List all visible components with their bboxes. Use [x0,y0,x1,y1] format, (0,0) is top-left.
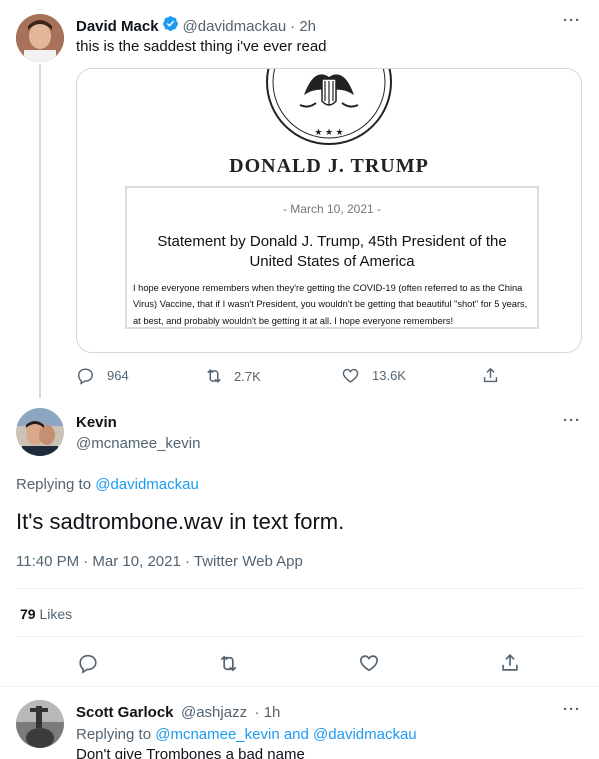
retweet-icon [220,655,237,672]
heart-icon [342,368,359,383]
tweet-image[interactable]: ★ ★ ★ DONALD J. TRUMP - March 10, 2021 -… [76,68,582,353]
tweet-time[interactable]: · 2h [290,18,316,35]
replying-to: Replying to @mcnamee_kevin and @davidmac… [76,726,417,743]
statement-title: Statement by Donald J. Trump, 45th Presi… [157,233,507,270]
reply-icon [78,368,93,385]
retweet-button[interactable]: 2.7K [204,366,261,386]
statement-box: - March 10, 2021 - Statement by Donald J… [125,186,539,329]
tweet-text: It's sadtrombone.wav in text form. [16,509,345,534]
retweet-icon [207,369,221,383]
avatar-david-mack[interactable] [16,14,64,62]
reply-icon [79,654,97,674]
replying-to-link[interactable]: @davidmackau [95,476,199,493]
retweet-button[interactable] [217,652,240,675]
author-handle[interactable]: @ashjazz [181,704,247,721]
statement-body: I hope everyone remembers when they're g… [133,283,528,326]
more-options-icon[interactable]: ··· [563,701,581,718]
share-icon [502,654,518,671]
author-name[interactable]: David Mack [76,18,159,35]
more-options-icon[interactable]: ··· [563,12,581,29]
reply-button[interactable] [77,652,99,674]
retweet-count: 2.7K [234,368,261,384]
replying-to-label: Replying to [76,726,152,743]
replying-to-label: Replying to [16,476,92,493]
author-handle[interactable]: @mcnamee_kevin [76,435,200,452]
author-name[interactable]: Kevin [76,414,117,431]
seal-stars: ★ ★ ★ [314,127,344,137]
avatar-scott-garlock[interactable] [16,700,64,748]
author-name[interactable]: Scott Garlock [76,704,174,721]
heart-icon [360,655,378,672]
share-button[interactable] [481,366,500,385]
reply-button[interactable]: 964 [76,366,129,385]
divider [0,686,599,687]
verified-badge-icon [162,15,179,37]
divider [16,588,583,589]
replying-to-link[interactable]: @mcnamee_kevin and @davidmackau [155,726,416,743]
thread-line [39,64,41,398]
share-icon [483,367,498,383]
reply-count: 964 [107,368,129,383]
share-button[interactable] [499,652,521,674]
tweet-meta[interactable]: 11:40 PM · Mar 10, 2021 · Twitter Web Ap… [16,553,303,570]
tweet-text: Don't give Trombones a bad name [76,746,305,759]
author-handle[interactable]: @davidmackau [183,18,287,35]
more-options-icon[interactable]: ··· [563,412,581,429]
likes-summary[interactable]: 79 Likes [20,606,72,622]
statement-date: - March 10, 2021 - [282,202,382,216]
statement-heading: DONALD J. TRUMP [229,155,429,177]
divider [16,636,583,637]
avatar-kevin[interactable] [16,408,64,456]
like-count: 13.6K [372,368,406,383]
tweet-text: this is the saddest thing i've ever read [76,38,327,55]
tweet-time[interactable]: · 1h [255,704,281,721]
replying-to: Replying to @davidmackau [16,476,199,493]
like-button[interactable]: 13.6K [341,366,406,385]
likes-label: Likes [39,606,73,622]
like-button[interactable] [358,652,380,674]
likes-count: 79 [20,606,36,622]
